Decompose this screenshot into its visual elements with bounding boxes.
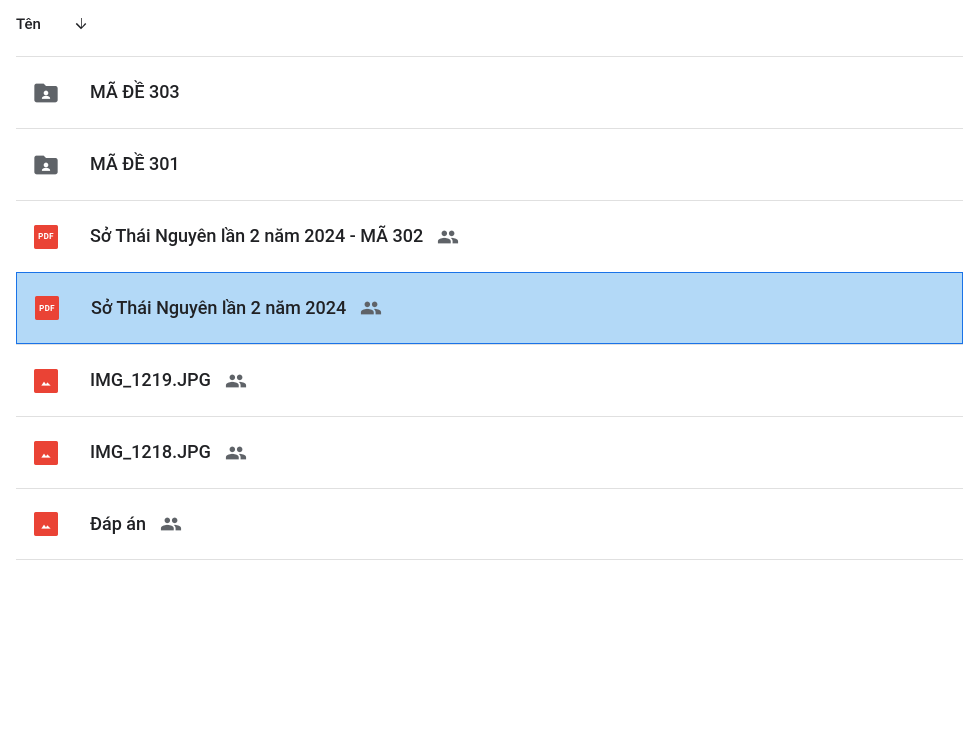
folder-shared-icon <box>32 79 60 107</box>
image-icon <box>32 510 60 538</box>
image-icon <box>32 439 60 467</box>
file-row[interactable]: PDF Sở Thái Nguyên lần 2 năm 2024 <box>16 272 963 344</box>
file-name-label: MÃ ĐỀ 303 <box>90 82 180 103</box>
file-list: MÃ ĐỀ 303 MÃ ĐỀ 301 PDF Sở Thái Nguyên l… <box>0 56 979 560</box>
file-name-label: MÃ ĐỀ 301 <box>90 154 180 175</box>
file-row[interactable]: Đáp án <box>16 488 963 560</box>
file-name-label: Sở Thái Nguyên lần 2 năm 2024 <box>91 298 346 319</box>
file-name-label: Sở Thái Nguyên lần 2 năm 2024 - MÃ 302 <box>90 226 423 247</box>
file-row[interactable]: MÃ ĐỀ 301 <box>16 128 963 200</box>
file-name-label: IMG_1219.JPG <box>90 370 211 391</box>
file-name-label: Đáp án <box>90 514 146 535</box>
shared-icon <box>360 297 382 319</box>
shared-icon <box>160 513 182 535</box>
image-icon <box>32 367 60 395</box>
file-row[interactable]: IMG_1219.JPG <box>16 344 963 416</box>
shared-icon <box>225 442 247 464</box>
file-row[interactable]: IMG_1218.JPG <box>16 416 963 488</box>
pdf-icon: PDF <box>33 294 61 322</box>
sort-arrow-down-icon[interactable] <box>69 12 93 36</box>
file-row[interactable]: PDF Sở Thái Nguyên lần 2 năm 2024 - MÃ 3… <box>16 200 963 272</box>
column-header[interactable]: Tên <box>0 0 979 48</box>
pdf-icon: PDF <box>32 223 60 251</box>
file-name-label: IMG_1218.JPG <box>90 442 211 463</box>
folder-shared-icon <box>32 151 60 179</box>
shared-icon <box>225 370 247 392</box>
shared-icon <box>437 226 459 248</box>
column-name-label: Tên <box>16 15 41 33</box>
file-row[interactable]: MÃ ĐỀ 303 <box>16 56 963 128</box>
